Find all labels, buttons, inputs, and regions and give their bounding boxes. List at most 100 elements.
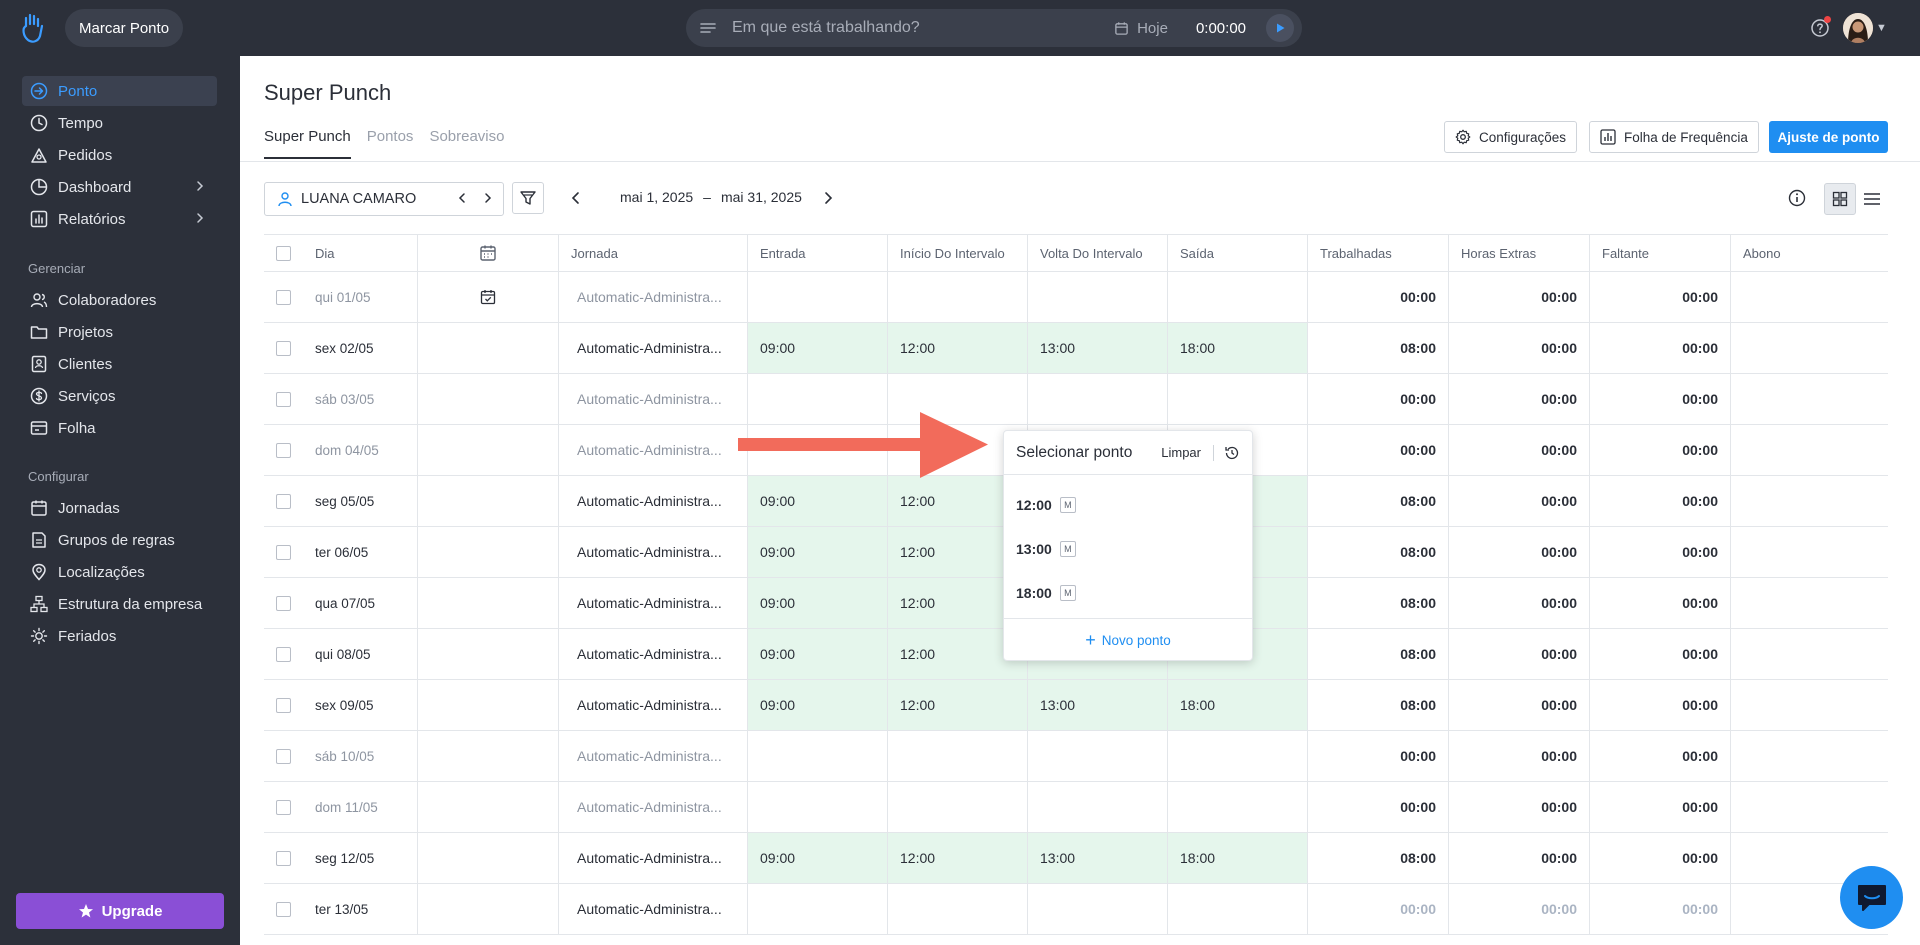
cell-volta-intervalo[interactable]	[1027, 272, 1167, 322]
tracker-date-picker[interactable]: Hoje	[1114, 20, 1168, 37]
row-checkbox[interactable]	[276, 850, 291, 866]
cell-inicio-intervalo[interactable]	[887, 731, 1027, 781]
cell-entrada[interactable]: 09:00	[747, 680, 887, 730]
history-button[interactable]	[1224, 445, 1240, 461]
cell-calendar[interactable]	[417, 833, 558, 883]
list-view-button[interactable]	[1856, 183, 1888, 215]
cell-calendar[interactable]	[417, 578, 558, 628]
row-checkbox[interactable]	[276, 748, 291, 764]
punch-option[interactable]: 18:00 M	[1004, 571, 1252, 615]
sidebar-item-colaboradores[interactable]: Colaboradores	[22, 285, 217, 315]
chevron-right-icon[interactable]	[481, 191, 495, 205]
cell-volta-intervalo[interactable]	[1027, 884, 1167, 934]
row-checkbox[interactable]	[276, 391, 291, 407]
cell-entrada[interactable]	[747, 782, 887, 832]
cell-jornada[interactable]: Automatic-Administra...	[558, 833, 747, 883]
cell-abono[interactable]	[1730, 629, 1888, 679]
row-checkbox[interactable]	[276, 493, 291, 509]
chat-support-button[interactable]	[1840, 866, 1903, 929]
sidebar-item-folha[interactable]: Folha	[22, 413, 217, 443]
hand-logo-icon[interactable]	[20, 12, 46, 44]
previous-period-icon[interactable]	[568, 190, 584, 206]
table-row[interactable]: qui 01/05 Automatic-Administra... 00:00 00:…	[264, 272, 1888, 323]
row-checkbox[interactable]	[276, 595, 291, 611]
table-row[interactable]: sex 09/05 Automatic-Administra... 09:00 12:…	[264, 680, 1888, 731]
cell-jornada[interactable]: Automatic-Administra...	[558, 527, 747, 577]
mark-punch-button[interactable]: Marcar Ponto	[65, 9, 184, 47]
attendance-sheet-button[interactable]: Folha de Frequência	[1589, 121, 1759, 153]
sidebar-item-jornadas[interactable]: Jornadas	[22, 493, 217, 523]
cell-jornada[interactable]: Automatic-Administra...	[558, 323, 747, 373]
upgrade-button[interactable]: Upgrade	[16, 893, 224, 929]
cell-jornada[interactable]: Automatic-Administra...	[558, 884, 747, 934]
clear-button[interactable]: Limpar	[1161, 445, 1201, 460]
cell-abono[interactable]	[1730, 527, 1888, 577]
tracker-description-input[interactable]: Em que está trabalhando?	[732, 19, 1114, 37]
sidebar-item-clientes[interactable]: Clientes	[22, 349, 217, 379]
sidebar-item-relatorios[interactable]: Relatórios	[22, 204, 217, 234]
sidebar-item-feriados[interactable]: Feriados	[22, 621, 217, 651]
table-row[interactable]: dom 11/05 Automatic-Administra... 00:00 00:…	[264, 782, 1888, 833]
cell-jornada[interactable]: Automatic-Administra...	[558, 425, 747, 475]
sidebar-item-dashboard[interactable]: Dashboard	[22, 172, 217, 202]
sidebar-item-tempo[interactable]: Tempo	[22, 108, 217, 138]
cell-abono[interactable]	[1730, 323, 1888, 373]
cell-inicio-intervalo[interactable]	[887, 272, 1027, 322]
cell-entrada[interactable]	[747, 731, 887, 781]
table-row[interactable]: sáb 10/05 Automatic-Administra... 00:00 00:…	[264, 731, 1888, 782]
cell-saida[interactable]	[1167, 884, 1307, 934]
cell-inicio-intervalo[interactable]: 12:00	[887, 680, 1027, 730]
sidebar-item-grupos-de-regras[interactable]: Grupos de regras	[22, 525, 217, 555]
tab-super-punch[interactable]: Super Punch	[264, 128, 351, 159]
select-all-checkbox[interactable]	[276, 245, 291, 261]
cell-calendar[interactable]	[417, 323, 558, 373]
cell-calendar[interactable]	[417, 629, 558, 679]
cell-calendar[interactable]	[417, 272, 558, 322]
cell-volta-intervalo[interactable]	[1027, 374, 1167, 424]
table-row[interactable]: ter 13/05 Automatic-Administra... 00:00 00:…	[264, 884, 1888, 935]
row-checkbox[interactable]	[276, 697, 291, 713]
cell-abono[interactable]	[1730, 782, 1888, 832]
cell-entrada[interactable]	[747, 884, 887, 934]
row-checkbox[interactable]	[276, 799, 291, 815]
cell-calendar[interactable]	[417, 680, 558, 730]
cell-entrada[interactable]: 09:00	[747, 527, 887, 577]
row-checkbox[interactable]	[276, 544, 291, 560]
cell-entrada[interactable]: 09:00	[747, 476, 887, 526]
cell-calendar[interactable]	[417, 374, 558, 424]
sidebar-item-projetos[interactable]: Projetos	[22, 317, 217, 347]
new-punch-button[interactable]: + Novo ponto	[1004, 619, 1252, 661]
time-tracker-bar[interactable]: Em que está trabalhando? Hoje 0:00:00	[686, 9, 1302, 47]
user-avatar[interactable]	[1843, 13, 1873, 43]
tab-pontos[interactable]: Pontos	[367, 128, 414, 159]
filter-button[interactable]	[512, 182, 544, 214]
cell-abono[interactable]	[1730, 374, 1888, 424]
cell-jornada[interactable]: Automatic-Administra...	[558, 374, 747, 424]
table-row[interactable]: sex 02/05 Automatic-Administra... 09:00 12:…	[264, 323, 1888, 374]
cell-entrada[interactable]	[747, 272, 887, 322]
cell-abono[interactable]	[1730, 272, 1888, 322]
cell-inicio-intervalo[interactable]: 12:00	[887, 833, 1027, 883]
cell-inicio-intervalo[interactable]: 12:00	[887, 323, 1027, 373]
start-timer-button[interactable]	[1266, 14, 1294, 42]
punch-option[interactable]: 13:00 M	[1004, 527, 1252, 571]
cell-abono[interactable]	[1730, 731, 1888, 781]
cell-saida[interactable]	[1167, 374, 1307, 424]
cell-calendar[interactable]	[417, 527, 558, 577]
punch-option[interactable]: 12:00 M	[1004, 483, 1252, 527]
info-icon[interactable]	[1788, 189, 1806, 207]
row-checkbox[interactable]	[276, 442, 291, 458]
date-range[interactable]: mai 1, 2025 – mai 31, 2025	[620, 189, 802, 205]
sidebar-item-servicos[interactable]: Serviços	[22, 381, 217, 411]
cell-volta-intervalo[interactable]: 13:00	[1027, 323, 1167, 373]
cell-calendar[interactable]	[417, 425, 558, 475]
cell-saida[interactable]: 18:00	[1167, 680, 1307, 730]
table-row[interactable]: seg 12/05 Automatic-Administra... 09:00 12:…	[264, 833, 1888, 884]
cell-volta-intervalo[interactable]	[1027, 782, 1167, 832]
tab-sobreaviso[interactable]: Sobreaviso	[429, 128, 504, 159]
row-checkbox[interactable]	[276, 289, 291, 305]
cell-saida[interactable]	[1167, 731, 1307, 781]
cell-entrada[interactable]: 09:00	[747, 629, 887, 679]
cell-calendar[interactable]	[417, 782, 558, 832]
cell-saida[interactable]: 18:00	[1167, 323, 1307, 373]
